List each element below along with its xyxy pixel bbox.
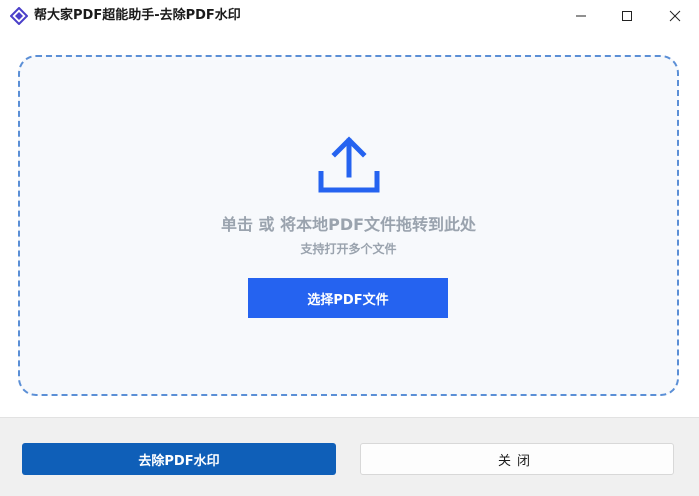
remove-watermark-button[interactable]: 去除PDF水印 (22, 443, 336, 475)
title-bar[interactable]: 帮大家PDF超能助手-去除PDF水印 (0, 0, 699, 32)
close-icon (669, 7, 681, 26)
drop-zone-sub-text: 支持打开多个文件 (300, 242, 397, 256)
app-window: 帮大家PDF超能助手-去除PDF水印 单击 或 将本地PDF文件拖转到此处 支持… (0, 0, 699, 496)
file-drop-zone[interactable]: 单击 或 将本地PDF文件拖转到此处 支持打开多个文件 选择PDF文件 (18, 55, 679, 396)
drop-zone-main-text: 单击 或 将本地PDF文件拖转到此处 (220, 215, 477, 234)
maximize-icon (621, 7, 633, 26)
minimize-button[interactable] (558, 0, 604, 32)
minimize-icon (575, 7, 587, 26)
window-title: 帮大家PDF超能助手-去除PDF水印 (34, 8, 241, 23)
select-pdf-button[interactable]: 选择PDF文件 (248, 278, 448, 318)
action-bar: 去除PDF水印 关闭 (0, 417, 699, 496)
app-logo-icon (9, 6, 29, 26)
maximize-button[interactable] (604, 0, 650, 32)
upload-icon (318, 135, 380, 193)
close-button[interactable]: 关闭 (360, 443, 674, 475)
close-window-button[interactable] (650, 0, 699, 32)
